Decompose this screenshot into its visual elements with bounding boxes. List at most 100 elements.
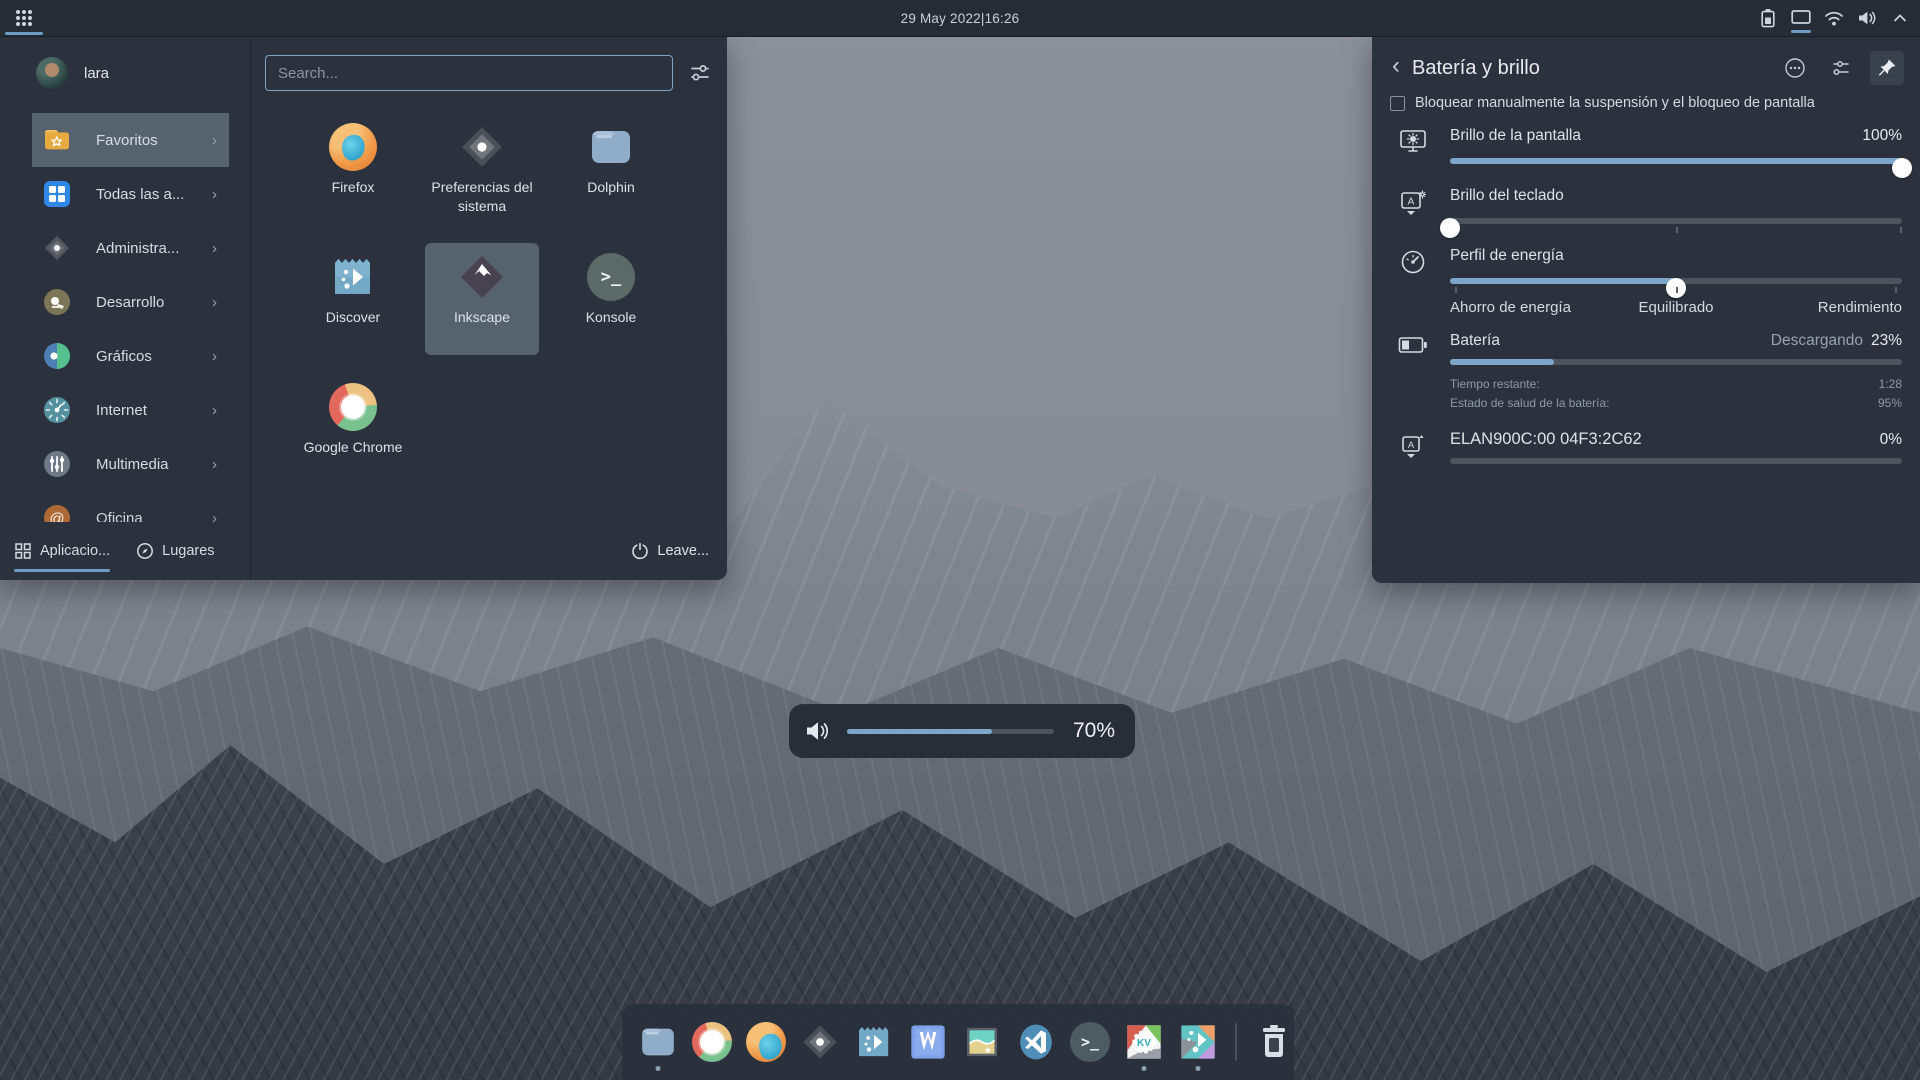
dock-item-writer[interactable]	[908, 1022, 948, 1062]
filter-icon[interactable]	[689, 62, 711, 84]
volume-osd-value: 70%	[1069, 719, 1115, 743]
section-label: ELAN900C:00 04F3:2C62	[1450, 430, 1880, 449]
app-preferencias-del-sistema[interactable]: Preferencias del sistema	[425, 113, 539, 225]
inkscape-icon	[458, 253, 506, 301]
touchpad-value: 0%	[1880, 431, 1902, 449]
display-tray-button[interactable]	[1789, 3, 1813, 33]
chevron-right-icon: ›	[212, 510, 217, 523]
pin-button[interactable]	[1870, 51, 1904, 85]
screen-brightness-slider[interactable]	[1450, 151, 1902, 171]
dock-item-vscode[interactable]	[1016, 1022, 1056, 1062]
app-label: Preferencias del sistema	[428, 178, 536, 216]
category-label: Administra...	[96, 240, 188, 257]
category-favoritos[interactable]: Favoritos ›	[32, 113, 229, 167]
profile-option-rendimiento[interactable]: Rendimiento	[1751, 299, 1902, 316]
category-desarrollo[interactable]: Desarrollo ›	[32, 275, 229, 329]
app-label: Discover	[326, 308, 380, 327]
time-remaining-value: 1:28	[1879, 375, 1902, 394]
slider-handle[interactable]	[1440, 218, 1460, 238]
all-apps-icon	[42, 179, 72, 209]
kvantum-icon: KV	[1124, 1022, 1164, 1062]
app-grid: Firefox Preferencias del sistema Dolphin…	[296, 113, 727, 485]
app-firefox[interactable]: Firefox	[296, 113, 410, 225]
tab-aplicaciones[interactable]: Aplicacio...	[14, 522, 110, 580]
application-launcher-button[interactable]	[0, 0, 48, 37]
dock-item-konsole[interactable]: >_	[1070, 1022, 1110, 1062]
dock: >_ KV	[622, 1004, 1294, 1080]
leave-button[interactable]: Leave...	[631, 542, 709, 560]
dock-item-color-theme-app[interactable]	[1178, 1022, 1218, 1062]
power-profile-slider[interactable]	[1450, 271, 1902, 291]
network-tray-button[interactable]	[1822, 3, 1846, 33]
configure-button[interactable]	[1824, 51, 1858, 85]
dock-item-google-chrome[interactable]	[692, 1022, 732, 1062]
dock-item-trash[interactable]	[1254, 1022, 1294, 1062]
tab-lugares[interactable]: Lugares	[136, 522, 214, 580]
expand-tray-button[interactable]	[1888, 3, 1912, 33]
discover-icon	[854, 1022, 894, 1062]
dock-item-system-settings[interactable]	[800, 1022, 840, 1062]
power-profile-options: Ahorro de energía Equilibrado Rendimient…	[1450, 299, 1902, 316]
category-label: Internet	[96, 402, 188, 419]
category-oficina[interactable]: @ Oficina ›	[32, 491, 229, 522]
app-grid-icon	[14, 8, 34, 28]
development-icon	[42, 287, 72, 317]
avatar[interactable]	[36, 57, 68, 89]
konsole-icon: >_	[587, 253, 635, 301]
dolphin-icon	[587, 123, 635, 171]
checkbox-label: Bloquear manualmente la suspensión y el …	[1415, 95, 1815, 111]
slider-handle[interactable]	[1892, 158, 1912, 178]
top-panel: 29 May 2022|16:26	[0, 0, 1920, 37]
color-theme-app-icon	[1178, 1022, 1218, 1062]
category-multimedia[interactable]: Multimedia ›	[32, 437, 229, 491]
vscode-icon	[1016, 1022, 1056, 1062]
chevron-right-icon: ›	[212, 348, 217, 365]
clock[interactable]: 29 May 2022|16:26	[901, 11, 1020, 26]
dock-item-image-viewer[interactable]	[962, 1022, 1002, 1062]
dock-item-dolphin[interactable]	[638, 1022, 678, 1062]
profile-option-ahorro[interactable]: Ahorro de energía	[1450, 299, 1601, 316]
app-discover[interactable]: Discover	[296, 243, 410, 355]
volume-osd-bar	[847, 729, 1054, 734]
volume-icon	[1857, 9, 1877, 27]
meatball-menu-button[interactable]	[1778, 51, 1812, 85]
category-internet[interactable]: Internet ›	[32, 383, 229, 437]
volume-tray-button[interactable]	[1855, 3, 1879, 33]
category-graficos[interactable]: Gráficos ›	[32, 329, 229, 383]
profile-option-equilibrado[interactable]: Equilibrado	[1601, 299, 1752, 316]
chevron-right-icon: ›	[212, 132, 217, 149]
search-input[interactable]	[265, 55, 673, 91]
app-inkscape[interactable]: Inkscape	[425, 243, 539, 355]
category-label: Favoritos	[96, 132, 188, 149]
back-button[interactable]: ‹	[1392, 54, 1400, 82]
volume-osd: 70%	[789, 704, 1135, 758]
app-dolphin[interactable]: Dolphin	[554, 113, 668, 225]
display-icon	[1791, 9, 1811, 27]
battery-tray-button[interactable]	[1756, 3, 1780, 33]
manual-lock-checkbox-row[interactable]: Bloquear manualmente la suspensión y el …	[1390, 95, 1908, 111]
trash-icon	[1254, 1022, 1294, 1062]
dock-item-discover[interactable]	[854, 1022, 894, 1062]
section-label: Perfil de energía	[1450, 247, 1902, 265]
dock-item-firefox[interactable]	[746, 1022, 786, 1062]
keyboard-brightness-slider[interactable]	[1450, 211, 1902, 231]
app-google-chrome[interactable]: Google Chrome	[296, 373, 410, 485]
firefox-icon	[746, 1022, 786, 1062]
section-label: Brillo del teclado	[1450, 187, 1902, 205]
konsole-icon: >_	[1070, 1022, 1110, 1062]
battery-details: Tiempo restante: 1:28 Estado de salud de…	[1450, 375, 1902, 412]
category-todas-las-aplicaciones[interactable]: Todas las a... ›	[32, 167, 229, 221]
discover-icon	[329, 253, 377, 301]
category-administracion[interactable]: Administra... ›	[32, 221, 229, 275]
app-konsole[interactable]: >_ Konsole	[554, 243, 668, 355]
dock-item-kvantum[interactable]: KV	[1124, 1022, 1164, 1062]
system-settings-icon	[800, 1022, 840, 1062]
favorites-folder-icon	[42, 125, 72, 155]
chevron-right-icon: ›	[212, 294, 217, 311]
keyboard-brightness-icon: A	[1388, 187, 1438, 231]
dolphin-icon	[638, 1022, 678, 1062]
checkbox-unchecked[interactable]	[1390, 96, 1405, 111]
system-settings-icon	[458, 123, 506, 171]
chevron-right-icon: ›	[212, 240, 217, 257]
chevron-right-icon: ›	[212, 402, 217, 419]
